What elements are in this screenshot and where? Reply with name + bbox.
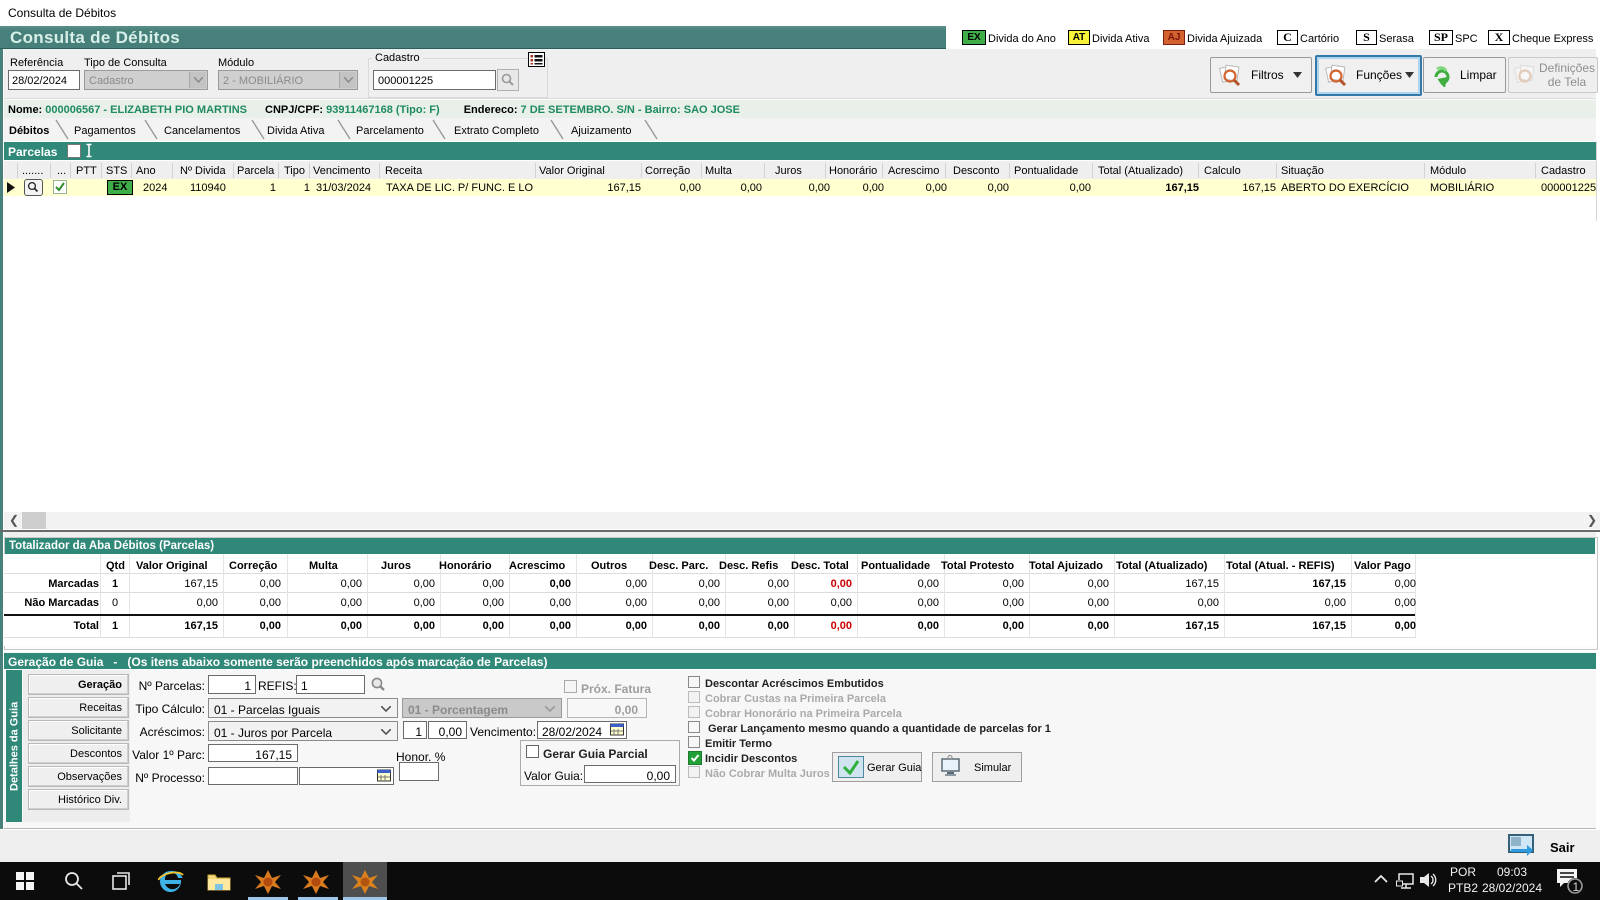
svg-text:1: 1: [1573, 880, 1580, 894]
